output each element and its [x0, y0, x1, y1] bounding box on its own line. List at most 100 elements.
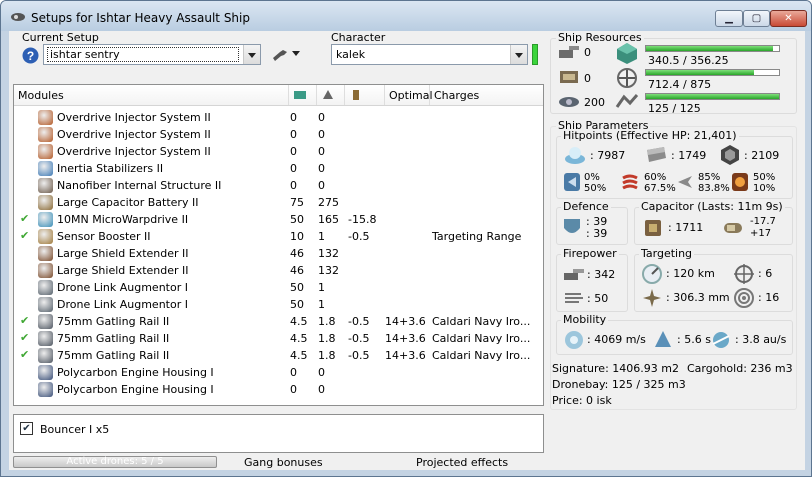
nanofiber-icon	[38, 178, 53, 193]
module-row[interactable]: Large Shield Extender II 46 132	[14, 262, 543, 279]
active-check-icon: ✔	[20, 348, 30, 361]
close-icon: ✕	[784, 13, 793, 24]
module-row[interactable]: Overdrive Injector System II 0 0	[14, 143, 543, 160]
module-row[interactable]: Drone Link Augmentor I 50 1	[14, 279, 543, 296]
cargohold-value: Cargohold: 236 m3	[687, 362, 793, 375]
capacitor-icon	[645, 220, 661, 236]
module-row[interactable]: ✔ 10MN MicroWarpdrive II 50 165 -15.8	[14, 211, 543, 228]
module-row[interactable]: ✔ Sensor Booster II 10 1 -0.5 Targeting Range	[14, 228, 543, 245]
drone-checkbox[interactable]: ✔	[20, 422, 33, 435]
module-name: Sensor Booster II	[57, 230, 151, 243]
hitpoints-title: Hitpoints (Effective HP: 21,401)	[561, 129, 739, 142]
em-resist-value: 0%	[584, 172, 600, 183]
module-c2: 0	[318, 145, 325, 158]
module-opt: 14+3.6	[385, 315, 426, 328]
turret-hardpoint-icon	[559, 46, 579, 58]
overdrive-icon	[38, 110, 53, 125]
targeting-range-value: : 120 km	[666, 267, 715, 280]
drones-list[interactable]: ✔ Bouncer I x5	[13, 414, 544, 453]
module-c2: 275	[318, 196, 339, 209]
module-c1: 0	[290, 111, 297, 124]
projected-effects-tab[interactable]: Projected effects	[416, 456, 508, 469]
sensor-strength-value: : 16	[758, 291, 780, 304]
module-row[interactable]: Overdrive Injector System II 0 0	[14, 109, 543, 126]
overdrive-icon	[38, 144, 53, 159]
gang-bonuses-tab[interactable]: Gang bonuses	[244, 456, 323, 469]
app-window: Setups for Ishtar Heavy Assault Ship ▁ ▢…	[0, 0, 812, 477]
module-c1: 0	[290, 366, 297, 379]
setup-select[interactable]: ishtar sentry	[43, 44, 261, 65]
shield-extender-icon	[38, 246, 53, 261]
module-name: Overdrive Injector System II	[57, 111, 211, 124]
calibration-bar	[645, 93, 780, 100]
capacitor-group: Capacitor (Lasts: 11m 9s) : 1711 -17.7 +…	[634, 200, 793, 245]
module-row[interactable]: Large Shield Extender II 46 132	[14, 245, 543, 262]
ship-parameters-group: Ship Parameters Hitpoints (Effective HP:…	[550, 119, 797, 410]
thermal-resist-value-2: 67.5%	[644, 183, 676, 194]
em-resist-value-2: 50%	[584, 183, 607, 194]
module-row[interactable]: Drone Link Augmentor I 50 1	[14, 296, 543, 313]
column-power[interactable]	[317, 85, 345, 105]
window-title: Setups for Ishtar Heavy Assault Ship	[31, 11, 250, 25]
turret-hardpoints-value: 0	[584, 46, 591, 59]
drone-bandwidth-icon	[559, 97, 579, 107]
column-modules[interactable]: Modules	[14, 85, 289, 105]
module-c2: 0	[318, 179, 325, 192]
thermal-resist-icon	[622, 174, 638, 190]
module-name: Large Shield Extender II	[57, 247, 189, 260]
capacitor-use-rate: -17.7	[750, 216, 776, 227]
structure-hp-value: : 2109	[744, 149, 780, 162]
module-row[interactable]: ✔ 75mm Gatling Rail II 4.5 1.8 -0.5 14+3.6 Cal…	[14, 330, 543, 347]
modules-list[interactable]: Modules Optimal Charges Overdrive Inject…	[13, 84, 544, 406]
module-row[interactable]: Polycarbon Engine Housing I 0 0	[14, 381, 543, 398]
setup-value: ishtar sentry	[47, 47, 239, 62]
module-name: 75mm Gatling Rail II	[57, 332, 170, 345]
module-name: Overdrive Injector System II	[57, 145, 211, 158]
cpu-icon	[294, 91, 306, 99]
module-c2: 0	[318, 383, 325, 396]
dps-value: : 342	[587, 268, 616, 281]
module-row[interactable]: ✔ 75mm Gatling Rail II 4.5 1.8 -0.5 14+3.6 Cal…	[14, 347, 543, 364]
close-button[interactable]: ✕	[770, 10, 807, 27]
setup-tools-button[interactable]	[271, 45, 303, 65]
cpu-value: 340.5 / 356.25	[648, 54, 729, 67]
module-name: Nanofiber Internal Structure II	[57, 179, 222, 192]
module-c1: 50	[290, 298, 304, 311]
armor-icon	[647, 147, 666, 162]
module-row[interactable]: Inertia Stabilizers II 0 0	[14, 160, 543, 177]
targeting-range-icon	[642, 264, 662, 284]
module-chg: Caldari Navy Iro...	[432, 349, 531, 362]
signature-value: Signature: 1406.93 m2	[552, 362, 679, 375]
turret-dps-icon	[564, 269, 584, 280]
module-row[interactable]: Large Capacitor Battery II 75 275	[14, 194, 543, 211]
svg-text:?: ?	[27, 49, 34, 63]
maximize-button[interactable]: ▢	[743, 10, 770, 27]
cpu-icon	[617, 43, 637, 64]
module-name: Drone Link Augmentor I	[57, 281, 188, 294]
column-charges[interactable]: Charges	[430, 85, 543, 105]
module-c2: 0	[318, 128, 325, 141]
price-value: Price: 0 isk	[552, 394, 612, 407]
module-row[interactable]: Overdrive Injector System II 0 0	[14, 126, 543, 143]
volley-icon	[565, 293, 583, 303]
module-c2: 0	[318, 111, 325, 124]
module-row[interactable]: Nanofiber Internal Structure II 0 0	[14, 177, 543, 194]
column-cpu[interactable]	[289, 85, 317, 105]
module-name: 75mm Gatling Rail II	[57, 349, 170, 362]
inertia-icon	[38, 161, 53, 176]
module-c2: 1	[318, 281, 325, 294]
module-c1: 0	[290, 128, 297, 141]
column-capacitor[interactable]	[345, 85, 385, 105]
mobility-title: Mobility	[561, 313, 609, 326]
active-check-icon: ✔	[20, 314, 30, 327]
help-icon[interactable]: ?	[22, 47, 39, 64]
character-select[interactable]: kalek	[331, 44, 528, 65]
module-c2: 132	[318, 247, 339, 260]
max-targets-icon	[734, 264, 754, 284]
minimize-button[interactable]: ▁	[715, 10, 743, 27]
drone-link-icon	[38, 280, 53, 295]
module-row[interactable]: ✔ 75mm Gatling Rail II 4.5 1.8 -0.5 14+3.6 Cal…	[14, 313, 543, 330]
column-optimal[interactable]: Optimal	[385, 85, 433, 105]
module-row[interactable]: Polycarbon Engine Housing I 0 0	[14, 364, 543, 381]
module-c1: 46	[290, 264, 304, 277]
